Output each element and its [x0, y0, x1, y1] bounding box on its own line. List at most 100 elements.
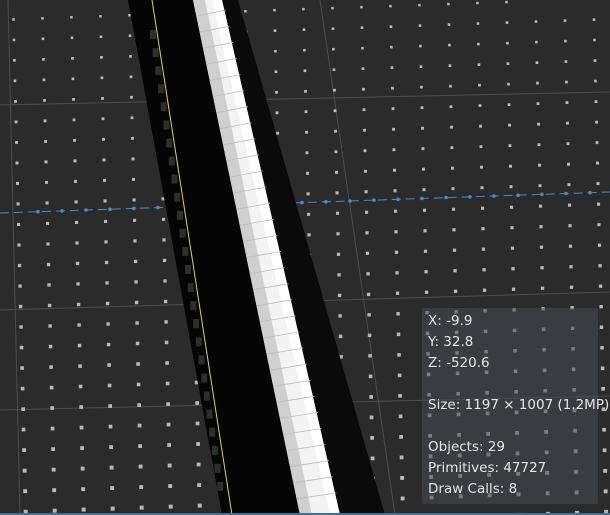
grid-dot: [103, 199, 107, 203]
grid-dot: [132, 198, 136, 202]
grid-dot: [367, 313, 371, 317]
grid-dot: [540, 286, 545, 290]
grid-dot: [42, 78, 46, 82]
grid-dot: [273, 29, 277, 32]
grid-dot: [195, 421, 200, 426]
shadow-tick: [150, 30, 156, 39]
grid-dot: [564, 60, 568, 63]
grid-dot: [447, 23, 451, 26]
grid-dot: [599, 305, 603, 309]
grid-dot: [535, 61, 539, 64]
grid-dot: [338, 334, 343, 339]
grid-dot: [303, 69, 307, 73]
shadow-tick: [190, 301, 197, 311]
grid-dot: [538, 184, 542, 188]
grid-dot: [136, 382, 141, 387]
grid-dot: [17, 263, 22, 268]
grid-dot: [48, 324, 52, 328]
grid-dot: [398, 414, 403, 419]
grid-dot: [46, 221, 50, 225]
grid-dot: [397, 373, 402, 378]
grid-dot: [166, 402, 170, 406]
grid-dot: [449, 84, 452, 88]
grid-dot: [367, 333, 372, 338]
grid-dot: [306, 171, 309, 175]
grid-dot: [50, 426, 55, 431]
grid-dot: [50, 406, 54, 410]
grid-dot: [18, 284, 22, 288]
grid-dot: [600, 366, 605, 371]
shadow-tick: [203, 391, 210, 401]
grid-dot: [480, 165, 483, 169]
grid-dot: [75, 220, 79, 224]
grid-dot: [392, 148, 396, 152]
grid-dot: [597, 223, 601, 227]
grid-dot: [107, 363, 111, 367]
grid-dot: [47, 303, 52, 308]
axis-dot: [324, 200, 328, 204]
grid-dot: [395, 271, 399, 275]
grid-dot: [389, 4, 392, 8]
grid-dot: [302, 28, 306, 31]
grid-dot: [448, 64, 452, 67]
grid-dot: [331, 27, 335, 30]
objects-count: Objects: 29: [428, 439, 506, 455]
axis-dot: [36, 209, 40, 214]
grid-dot: [337, 273, 341, 277]
axis-dot: [492, 194, 496, 198]
grid-dot: [77, 323, 81, 327]
grid-dot: [331, 6, 334, 10]
shadow-tick: [163, 120, 170, 130]
grid-dot: [595, 141, 599, 145]
grid-dot: [107, 383, 112, 388]
grid-dot: [423, 249, 428, 253]
grid-dot: [507, 103, 511, 106]
grid-dot: [597, 243, 602, 247]
grid-dot: [479, 145, 483, 149]
grid-dot: [505, 21, 509, 24]
grid-dot: [306, 192, 310, 196]
grid-dot: [307, 212, 311, 216]
grid-dot: [568, 244, 573, 248]
grid-dot: [168, 504, 173, 509]
3d-viewport[interactable]: X: -9.9 Y: 32.8 Z: -520.6 Size: 1197 × 1…: [0, 0, 610, 515]
axis-dot: [156, 205, 160, 210]
grid-dot: [593, 38, 596, 42]
grid-dot: [164, 320, 168, 324]
grid-dot: [16, 202, 20, 206]
grid-dot: [139, 505, 144, 510]
grid-dot: [73, 138, 76, 142]
grid-dot: [128, 14, 131, 17]
grid-dot: [166, 422, 171, 427]
shadow-tick: [206, 409, 213, 419]
grid-dot: [506, 62, 510, 65]
grid-dot: [393, 189, 397, 193]
shadow-tick: [185, 265, 191, 274]
x-coordinate: X: -9.9: [428, 313, 473, 329]
grid-dot: [21, 427, 26, 432]
grid-dot: [15, 161, 19, 165]
shadow-tick: [209, 427, 216, 437]
grid-dot: [334, 150, 338, 154]
shadow-tick: [160, 102, 167, 112]
grid-dot: [163, 299, 168, 304]
grid-dot: [397, 353, 401, 357]
grid-dot: [131, 136, 134, 140]
grid-dot: [333, 109, 337, 113]
grid-dot: [105, 301, 110, 306]
grid-dot: [505, 0, 508, 4]
shadow-tick: [171, 174, 178, 184]
grid-dot: [569, 285, 574, 289]
draw-calls-count: Draw Calls: 8: [428, 481, 518, 497]
shadow-tick: [155, 66, 162, 76]
grid-dot: [76, 302, 81, 307]
grid-dot: [79, 425, 84, 430]
grid-dot: [507, 82, 510, 86]
grid-dot: [76, 282, 80, 286]
grid-dot: [424, 270, 428, 274]
grid-dot: [478, 104, 482, 107]
axis-dot: [396, 197, 400, 202]
grid-dot: [22, 468, 27, 473]
grid-dot: [390, 66, 394, 69]
grid-dot: [423, 208, 427, 212]
